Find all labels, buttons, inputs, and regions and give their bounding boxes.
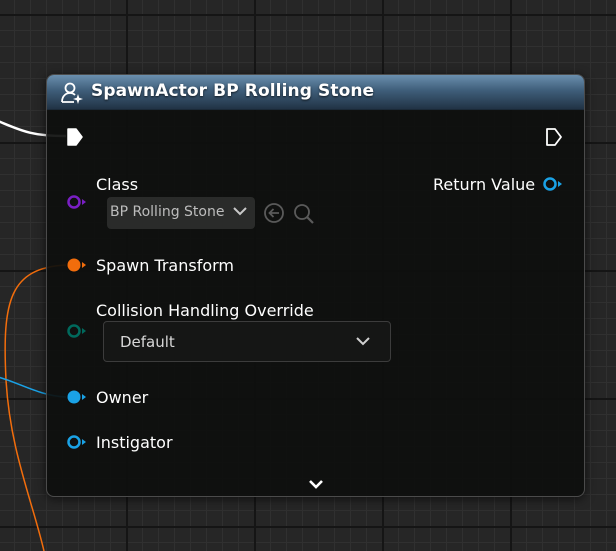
class-pin-icon[interactable] <box>66 194 88 210</box>
collision-dropdown-value: Default <box>120 333 175 351</box>
spawn-actor-icon <box>61 82 83 104</box>
node-header[interactable]: SpawnActor BP Rolling Stone <box>47 75 584 110</box>
spawn-transform-pin-label: Spawn Transform <box>96 256 235 275</box>
class-pin-label: Class <box>96 175 139 194</box>
browse-asset-button[interactable] <box>292 202 316 230</box>
instigator-pin-icon[interactable] <box>66 434 88 450</box>
collision-pin-icon[interactable] <box>66 323 88 339</box>
instigator-pin-label: Instigator <box>96 433 173 452</box>
class-select[interactable]: BP Rolling Stone <box>107 197 255 229</box>
collision-pin-label: Collision Handling Override <box>96 301 314 320</box>
magnifier-icon <box>294 204 314 224</box>
chevron-down-icon <box>309 480 323 489</box>
class-select-value: BP Rolling Stone <box>110 204 225 220</box>
advanced-expand-button[interactable] <box>307 475 325 494</box>
return-value-pin-label: Return Value <box>433 175 536 194</box>
chevron-down-icon <box>356 337 370 346</box>
spawn-transform-pin-icon[interactable] <box>66 257 88 273</box>
chevron-down-icon <box>233 207 247 216</box>
use-selected-asset-button[interactable] <box>263 202 285 228</box>
owner-pin-icon[interactable] <box>66 389 88 405</box>
arrow-left-circle-icon <box>264 203 284 223</box>
exec-in-pin-icon[interactable] <box>66 127 84 147</box>
return-value-pin-icon[interactable] <box>542 176 564 192</box>
node-title: SpawnActor BP Rolling Stone <box>91 81 375 101</box>
collision-dropdown[interactable]: Default <box>103 321 391 362</box>
exec-out-pin-icon[interactable] <box>545 127 563 147</box>
spawn-actor-node[interactable]: SpawnActor BP Rolling Stone Class BP Rol… <box>46 74 585 497</box>
owner-pin-label: Owner <box>96 388 149 407</box>
blueprint-graph-canvas[interactable]: SpawnActor BP Rolling Stone Class BP Rol… <box>0 0 616 551</box>
